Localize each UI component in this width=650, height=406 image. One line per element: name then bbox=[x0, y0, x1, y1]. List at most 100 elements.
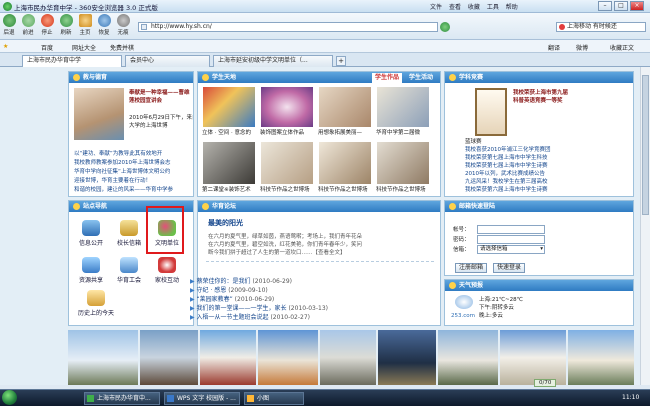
taskbar-item-browser[interactable]: 上海市民办华育中... bbox=[84, 392, 160, 405]
password-input[interactable] bbox=[477, 235, 545, 244]
nav-resource-sharing[interactable]: 资源共享 bbox=[71, 257, 111, 284]
honor-headline[interactable]: 我校荣获上海市第九届科普英语竞赛一等奖 bbox=[513, 89, 571, 105]
address-bar[interactable]: http://www.hy.sh.cn/ bbox=[138, 22, 438, 32]
student-work-photo[interactable] bbox=[203, 87, 255, 127]
nav-labor-union[interactable]: 华育工会 bbox=[109, 257, 149, 284]
honor-list-item[interactable]: 我校荣获第七届上海市中学生科技 bbox=[465, 154, 629, 162]
menu-view[interactable]: 查看 bbox=[449, 4, 461, 11]
forum-feature-line: 在六月的夏气里，绿草如茵，燕语莺啭；考场上，我们青年花朵 bbox=[208, 234, 363, 240]
student-work-photo[interactable] bbox=[319, 142, 371, 184]
student-work-photo[interactable] bbox=[261, 142, 313, 184]
home-button[interactable]: 主页 bbox=[78, 14, 92, 36]
student-work-caption[interactable]: 华育中学第二届微 bbox=[376, 129, 436, 137]
tab-yanan[interactable]: 上海市延安初级中学文明单位（... bbox=[213, 55, 333, 67]
close-button[interactable]: × bbox=[630, 1, 644, 11]
mailbox-select[interactable]: 请选择信箱 ▾ bbox=[477, 245, 545, 254]
teacher-list-item[interactable]: 我校教师教案参加2010年上海世博会志 bbox=[74, 159, 192, 167]
nav-home-school[interactable]: 家校互动 bbox=[147, 257, 187, 284]
campus-photo[interactable] bbox=[438, 330, 498, 385]
maximize-button[interactable]: □ bbox=[614, 1, 628, 11]
honor-list-item[interactable]: 我校喜获2010年浦江三化学竞赛团 bbox=[465, 146, 629, 154]
teacher-list-item[interactable]: 和谐的校园，建让的风采——华育中学参 bbox=[74, 186, 192, 194]
forum-post-row[interactable]: ▶ 我们的第一堂课——一学生，家长 (2010-03-13) bbox=[190, 305, 428, 313]
nav-principal-mailbox[interactable]: 校长信箱 bbox=[109, 220, 149, 247]
tab-student-activities[interactable]: 学生活动 bbox=[406, 73, 436, 83]
go-button[interactable] bbox=[440, 22, 450, 32]
campus-photo[interactable] bbox=[200, 330, 256, 385]
menu-favorites[interactable]: 收藏 bbox=[468, 4, 480, 11]
nav-history-today[interactable]: 历史上的今天 bbox=[71, 290, 121, 317]
teacher-photo[interactable] bbox=[74, 88, 124, 140]
teacher-list-item[interactable]: 以“建功、奉献”为教导此其有效地开 bbox=[74, 150, 192, 158]
student-work-caption[interactable]: 用想象拓展美丽— bbox=[318, 129, 374, 137]
restore-button[interactable]: 恢复 bbox=[97, 14, 111, 36]
student-work-photo[interactable] bbox=[377, 87, 429, 127]
campus-photo[interactable] bbox=[320, 330, 376, 385]
fav-favorites-bar[interactable]: 收藏正文 bbox=[610, 43, 634, 52]
student-work-caption[interactable]: 立体 · 空间 · 意念的 bbox=[202, 129, 258, 137]
fav-games[interactable]: 免费并棋 bbox=[110, 43, 134, 52]
favorites-star-icon[interactable]: ★ bbox=[3, 43, 8, 50]
fav-sites[interactable]: 网址大全 bbox=[72, 43, 96, 52]
bullet-icon bbox=[202, 203, 209, 210]
forum-post-row[interactable]: ▶ “莱园家教春” (2010-06-29) bbox=[190, 296, 428, 304]
campus-photo[interactable] bbox=[500, 330, 566, 385]
honor-list-item[interactable]: 我校荣获第七届上海市中学生诗赛 bbox=[465, 162, 629, 170]
taskbar-item-wps[interactable]: WPS 文字 校园版 - ... bbox=[164, 392, 240, 405]
teacher-list-item[interactable]: 华育中学向社征集“上海世博体文明公约 bbox=[74, 168, 192, 176]
student-work-caption[interactable]: 装饰图案立体作品 bbox=[260, 129, 316, 137]
weather-night: 晚上:多云 bbox=[479, 313, 503, 319]
student-work-photo[interactable] bbox=[203, 142, 255, 184]
download-counter[interactable]: 0/70 bbox=[534, 379, 557, 387]
campus-photo[interactable] bbox=[378, 330, 436, 385]
student-work-photo[interactable] bbox=[261, 87, 313, 127]
honor-certificate-photo[interactable] bbox=[475, 88, 507, 136]
campus-photo[interactable] bbox=[140, 330, 198, 385]
honor-list-item[interactable]: 九运风采！我校学生在第三届高校 bbox=[465, 178, 629, 186]
forum-post-row[interactable]: ▶ 蔡荣佳你的：是我们 (2010-06-29) bbox=[190, 278, 428, 286]
back-button[interactable]: 后退 bbox=[2, 14, 16, 36]
student-work-caption[interactable]: 科技节作品之世博场 bbox=[260, 186, 316, 194]
new-tab-button[interactable]: + bbox=[336, 56, 346, 66]
search-box[interactable]: 上海移动 有时候还 bbox=[556, 22, 646, 32]
campus-photo[interactable] bbox=[258, 330, 318, 385]
scrollbar-thumb[interactable] bbox=[642, 75, 649, 215]
refresh-button[interactable]: 刷新 bbox=[59, 14, 73, 36]
vertical-scrollbar[interactable] bbox=[640, 67, 650, 385]
traceless-button[interactable]: 无痕 bbox=[116, 14, 130, 36]
forward-button[interactable]: 前进 bbox=[21, 14, 35, 36]
taskbar-item-image[interactable]: 小图 bbox=[244, 392, 304, 405]
menu-help[interactable]: 帮助 bbox=[506, 4, 518, 11]
student-work-photo[interactable] bbox=[377, 142, 429, 184]
honor-list-item[interactable]: 我校荣获第六届上海市中学生诗赛 bbox=[465, 186, 629, 194]
minimize-button[interactable]: – bbox=[598, 1, 612, 11]
campus-photo[interactable] bbox=[568, 330, 634, 385]
teacher-list-item[interactable]: 迎接世博，华育主要着在行动！ bbox=[74, 177, 192, 185]
account-input[interactable] bbox=[477, 225, 545, 234]
forum-post-row[interactable]: ▶ 入梧一从一节主题班会说起 (2010-02-27) bbox=[190, 314, 428, 322]
teacher-headline[interactable]: 奉献是一种幸福——曹维莲校园宣讲会 bbox=[129, 89, 191, 105]
forum-feature-title[interactable]: 最美的阳光 bbox=[208, 219, 243, 227]
nav-info-disclosure[interactable]: 信息公开 bbox=[71, 220, 111, 247]
fav-translate[interactable]: 翻译 bbox=[548, 43, 560, 52]
student-work-caption[interactable]: 科技节作品之世博场 bbox=[318, 186, 374, 194]
forum-feature-line[interactable]: 断今我们拼于超过了人生的第一道坎口……【查看全文】 bbox=[208, 249, 438, 257]
register-mailbox-button[interactable]: 注册邮箱 bbox=[455, 263, 487, 273]
honor-list-item[interactable]: 2010年以列，武术比赛成绩公告 bbox=[465, 170, 629, 178]
menu-tools[interactable]: 工具 bbox=[487, 4, 499, 11]
tab-member-center[interactable]: 会员中心 bbox=[125, 55, 210, 67]
start-button[interactable] bbox=[2, 390, 17, 405]
clock[interactable]: 11:10 bbox=[622, 394, 639, 401]
campus-photo[interactable] bbox=[68, 330, 138, 385]
menu-file[interactable]: 文件 bbox=[430, 4, 442, 11]
student-work-caption[interactable]: 科技节作品之世博场 bbox=[376, 186, 436, 194]
student-work-photo[interactable] bbox=[319, 87, 371, 127]
fav-baidu[interactable]: 百度 bbox=[41, 43, 53, 52]
stop-button[interactable]: 停止 bbox=[40, 14, 54, 36]
tab-student-works[interactable]: 学生作品 bbox=[372, 73, 403, 83]
forum-post-row[interactable]: ▶ 守纪 · 感恩 (2009-09-10) bbox=[190, 287, 428, 295]
fav-weibo[interactable]: 微博 bbox=[576, 43, 588, 52]
quick-login-button[interactable]: 快速登录 bbox=[493, 263, 525, 273]
student-work-caption[interactable]: 第二课堂※装饰艺术 bbox=[202, 186, 258, 194]
forward-arrow-icon bbox=[21, 14, 35, 27]
